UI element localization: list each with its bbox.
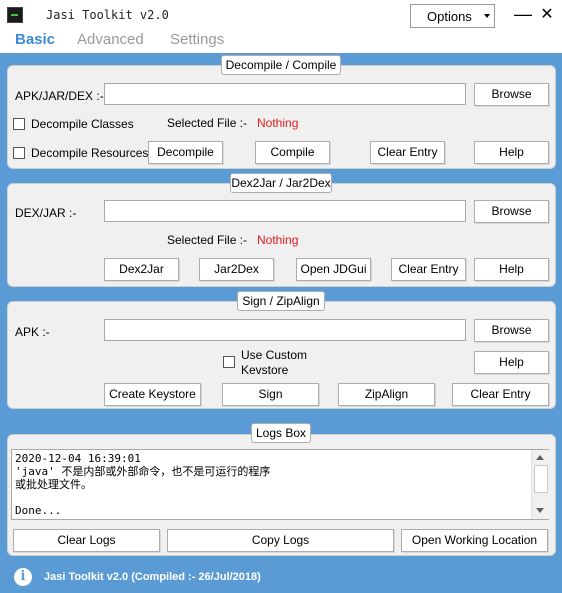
scroll-down-icon[interactable] (536, 508, 544, 513)
help-button[interactable]: Help (474, 258, 549, 281)
open-working-location-button[interactable]: Open Working Location (401, 529, 548, 552)
use-custom-keystore-checkbox[interactable] (223, 356, 235, 368)
dex2jar-button[interactable]: Dex2Jar (104, 258, 179, 281)
dex-jar-input[interactable] (104, 200, 466, 222)
open-jdgui-button[interactable]: Open JDGui (296, 258, 371, 281)
browse-button[interactable]: Browse (474, 83, 549, 106)
info-icon: i (14, 568, 32, 586)
dex2jar-legend: Dex2Jar / Jar2Dex (230, 173, 332, 193)
apk-jar-dex-label: APK/JAR/DEX :- (15, 89, 104, 103)
app-icon (7, 7, 23, 23)
copy-logs-button[interactable]: Copy Logs (167, 529, 394, 552)
clear-logs-button[interactable]: Clear Logs (13, 529, 160, 552)
help-button[interactable]: Help (474, 351, 549, 374)
window-title: Jasi Toolkit v2.0 (46, 8, 169, 22)
footer-text: Jasi Toolkit v2.0 (Compiled :- 26/Jul/20… (44, 571, 261, 583)
decompile-button[interactable]: Decompile (148, 141, 223, 164)
decompile-classes-checkbox[interactable] (13, 118, 25, 130)
options-label: Options (427, 9, 472, 24)
use-custom-keystore-label-line1: Use Custom (241, 348, 308, 362)
browse-button[interactable]: Browse (474, 319, 549, 342)
sign-zipalign-legend: Sign / ZipAlign (237, 291, 325, 311)
jar2dex-button[interactable]: Jar2Dex (199, 258, 274, 281)
apk-input[interactable] (104, 319, 466, 341)
minimize-button[interactable]: — (513, 5, 533, 23)
tab-settings[interactable]: Settings (170, 31, 224, 48)
decompile-resources-checkbox[interactable] (13, 147, 25, 159)
logs-text: 2020-12-04 16:39:01 'java' 不是内部或外部命令，也不是… (15, 452, 271, 517)
title-bar: Jasi Toolkit v2.0 Options — ✕ (0, 0, 562, 30)
logs-textarea[interactable]: 2020-12-04 16:39:01 'java' 不是内部或外部命令，也不是… (11, 449, 549, 520)
apk-jar-dex-input[interactable] (104, 83, 466, 105)
sign-button[interactable]: Sign (222, 383, 319, 406)
selected-file-value: Nothing (257, 116, 299, 130)
help-button[interactable]: Help (474, 141, 549, 164)
clear-entry-button[interactable]: Clear Entry (391, 258, 466, 281)
browse-button[interactable]: Browse (474, 200, 549, 223)
scroll-up-icon[interactable] (536, 455, 544, 460)
zipalign-button[interactable]: ZipAlign (338, 383, 435, 406)
logs-scrollbar[interactable] (531, 450, 549, 519)
dex-jar-label: DEX/JAR :- (15, 206, 77, 220)
use-custom-keystore-label-line2: Kevstore (241, 363, 289, 377)
clear-entry-button[interactable]: Clear Entry (452, 383, 549, 406)
logs-legend: Logs Box (251, 423, 311, 443)
tab-advanced[interactable]: Advanced (77, 31, 144, 48)
options-dropdown[interactable]: Options (410, 4, 495, 28)
selected-file-value: Nothing (257, 233, 299, 247)
chevron-down-icon (484, 14, 490, 18)
scroll-thumb[interactable] (534, 465, 548, 493)
clear-entry-button[interactable]: Clear Entry (370, 141, 445, 164)
selected-file-label: Selected File :- (167, 116, 248, 130)
create-keystore-button[interactable]: Create Keystore (104, 383, 201, 406)
tab-basic[interactable]: Basic (15, 31, 55, 48)
decompile-compile-legend: Decompile / Compile (221, 55, 341, 75)
compile-button[interactable]: Compile (255, 141, 330, 164)
selected-file-label: Selected File :- (167, 233, 248, 247)
decompile-resources-label: Decompile Resources (31, 146, 149, 160)
apk-label: APK :- (15, 325, 50, 339)
status-footer: i Jasi Toolkit v2.0 (Compiled :- 26/Jul/… (0, 562, 562, 593)
close-button[interactable]: ✕ (537, 6, 557, 24)
decompile-classes-label: Decompile Classes (31, 117, 134, 131)
